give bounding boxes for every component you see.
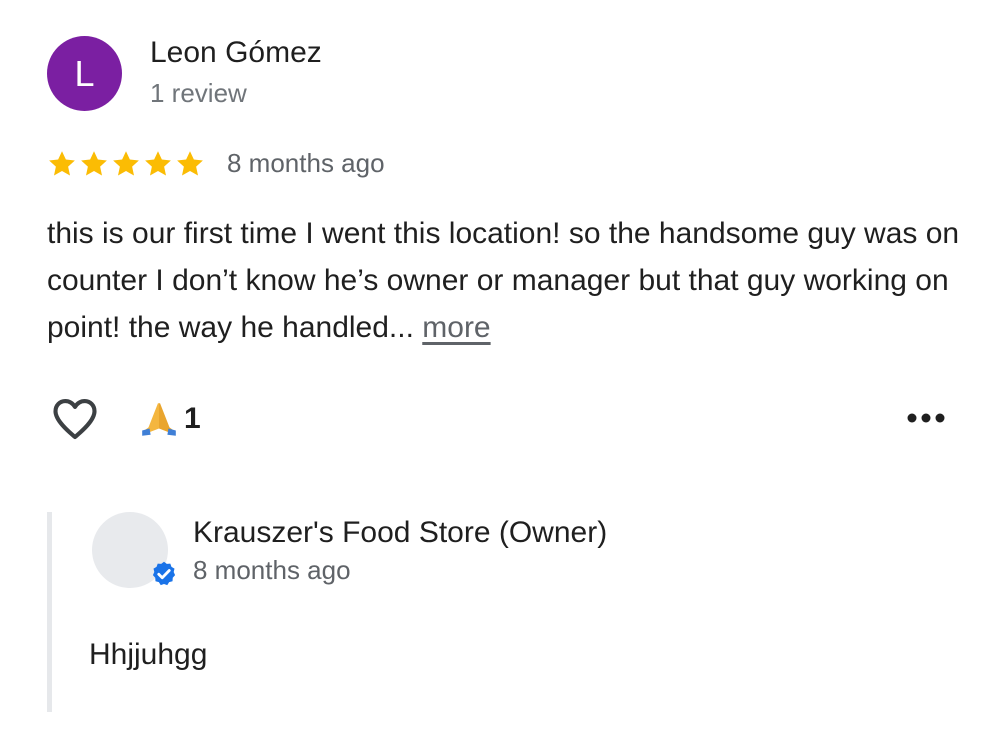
more-options-button[interactable] — [902, 400, 950, 436]
rating-row: 8 months ago — [47, 148, 385, 179]
owner-name: Krauszer's Food Store (Owner) — [193, 516, 608, 549]
author-name[interactable]: Leon Gómez — [150, 36, 322, 70]
reaction-count: 1 — [184, 402, 201, 435]
review-card: L Leon Gómez 1 review 8 months ago this … — [0, 0, 1000, 734]
star-icon — [145, 150, 171, 175]
review-date: 8 months ago — [227, 148, 385, 178]
avatar-initial: L — [74, 52, 95, 94]
owner-reply: Krauszer's Food Store (Owner) 8 months a… — [47, 512, 972, 712]
star-icon — [81, 150, 107, 175]
folded-hands-emoji-icon — [142, 403, 176, 436]
review-body: this is our first time I went this locat… — [47, 217, 960, 344]
star-icon — [113, 150, 139, 175]
heart-outline-icon[interactable] — [49, 393, 101, 445]
more-link[interactable]: more — [422, 311, 490, 344]
avatar[interactable]: L — [47, 36, 122, 111]
star-icon — [177, 150, 203, 175]
owner-reply-text: Hhjjuhgg — [89, 638, 208, 671]
reaction-button[interactable]: 1 — [138, 398, 201, 440]
star-icon — [49, 150, 75, 175]
author-review-count: 1 review — [150, 78, 247, 108]
owner-reply-date: 8 months ago — [193, 555, 351, 585]
review-text: this is our first time I went this locat… — [47, 210, 967, 351]
verified-badge-icon — [152, 561, 176, 586]
star-rating — [47, 149, 205, 179]
more-horizontal-icon — [907, 413, 945, 423]
